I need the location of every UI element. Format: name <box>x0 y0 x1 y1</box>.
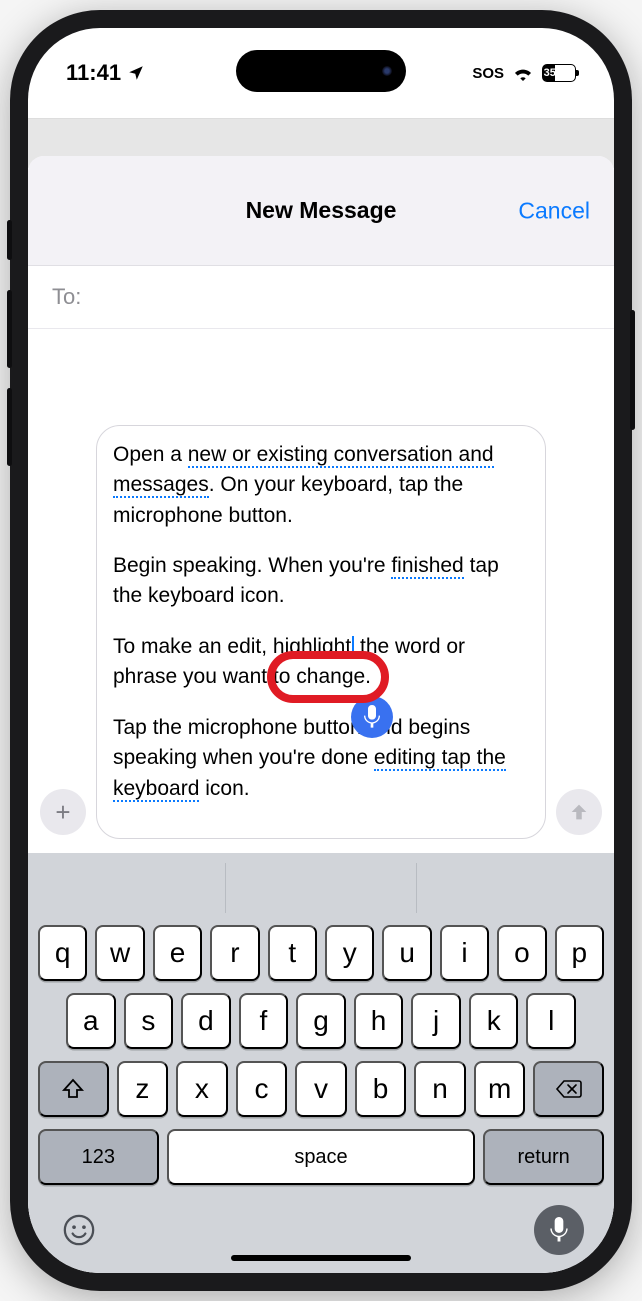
microphone-icon <box>549 1217 569 1243</box>
new-message-sheet: New Message Cancel To: + Open a new or e… <box>28 156 614 1273</box>
key-s[interactable]: s <box>124 993 174 1049</box>
keyboard: qwertyuiop asdfghjkl zxcvbnm 123 space r… <box>28 853 614 1273</box>
dictation-button[interactable] <box>534 1205 584 1255</box>
shift-key[interactable] <box>38 1061 109 1117</box>
key-u[interactable]: u <box>382 925 431 981</box>
suggestion-bar[interactable] <box>34 863 608 913</box>
msg-text: Open a <box>113 443 188 466</box>
key-e[interactable]: e <box>153 925 202 981</box>
compose-area: + Open a new or existing conversation an… <box>28 329 614 853</box>
key-p[interactable]: p <box>555 925 604 981</box>
status-time: 11:41 <box>66 60 121 86</box>
key-f[interactable]: f <box>239 993 289 1049</box>
add-button[interactable]: + <box>40 789 86 835</box>
key-r[interactable]: r <box>210 925 259 981</box>
highlighted-word: highlight <box>273 635 351 658</box>
to-label: To: <box>52 284 81 309</box>
key-v[interactable]: v <box>295 1061 347 1117</box>
key-a[interactable]: a <box>66 993 116 1049</box>
battery-percent: 35 <box>544 67 556 79</box>
sos-indicator: SOS <box>472 65 504 82</box>
msg-text: To make an edit, <box>113 635 273 658</box>
msg-text-dotted: finished <box>391 554 463 579</box>
volume-down-button <box>7 388 12 466</box>
message-input[interactable]: Open a new or existing conversation and … <box>96 425 546 839</box>
numbers-key[interactable]: 123 <box>38 1129 159 1185</box>
send-button[interactable] <box>556 789 602 835</box>
key-z[interactable]: z <box>117 1061 169 1117</box>
home-indicator[interactable] <box>231 1255 411 1261</box>
key-g[interactable]: g <box>296 993 346 1049</box>
return-key[interactable]: return <box>483 1129 604 1185</box>
key-m[interactable]: m <box>474 1061 526 1117</box>
screen: 11:41 SOS 35 New Message Cancel To: + <box>28 28 614 1273</box>
shift-icon <box>61 1077 85 1101</box>
emoji-icon <box>62 1213 96 1247</box>
key-x[interactable]: x <box>176 1061 228 1117</box>
front-camera-icon <box>382 66 392 76</box>
msg-text: Begin speaking. When you're <box>113 554 391 577</box>
power-button <box>630 310 635 430</box>
key-o[interactable]: o <box>497 925 546 981</box>
cancel-button[interactable]: Cancel <box>518 197 590 224</box>
msg-text: icon. <box>199 777 249 800</box>
key-j[interactable]: j <box>411 993 461 1049</box>
backspace-icon <box>555 1079 583 1099</box>
key-t[interactable]: t <box>268 925 317 981</box>
key-n[interactable]: n <box>414 1061 466 1117</box>
key-q[interactable]: q <box>38 925 87 981</box>
key-y[interactable]: y <box>325 925 374 981</box>
sheet-header: New Message Cancel <box>28 156 614 266</box>
key-l[interactable]: l <box>526 993 576 1049</box>
key-d[interactable]: d <box>181 993 231 1049</box>
location-icon <box>127 64 145 82</box>
key-w[interactable]: w <box>95 925 144 981</box>
sheet-title: New Message <box>246 197 397 224</box>
silent-switch <box>7 220 12 260</box>
key-b[interactable]: b <box>355 1061 407 1117</box>
key-i[interactable]: i <box>440 925 489 981</box>
arrow-up-icon <box>568 801 590 823</box>
key-c[interactable]: c <box>236 1061 288 1117</box>
key-h[interactable]: h <box>354 993 404 1049</box>
battery-icon: 35 <box>542 64 576 82</box>
to-field[interactable]: To: <box>28 266 614 329</box>
backspace-key[interactable] <box>533 1061 604 1117</box>
space-key[interactable]: space <box>167 1129 476 1185</box>
wifi-icon <box>512 65 534 81</box>
iphone-frame: 11:41 SOS 35 New Message Cancel To: + <box>10 10 632 1291</box>
key-k[interactable]: k <box>469 993 519 1049</box>
volume-up-button <box>7 290 12 368</box>
dynamic-island <box>236 50 406 92</box>
emoji-button[interactable] <box>58 1209 100 1251</box>
dictation-indicator[interactable] <box>351 696 393 738</box>
